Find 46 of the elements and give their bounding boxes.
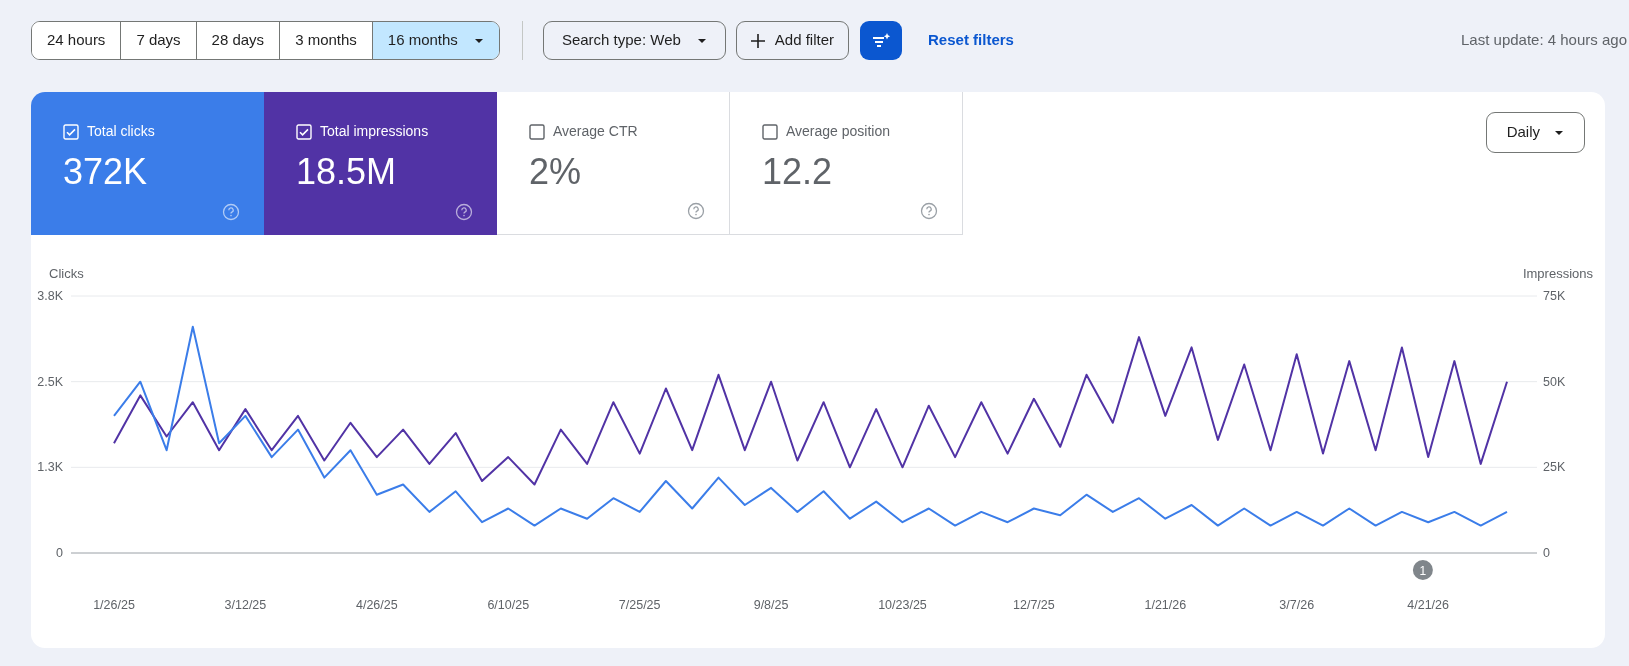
axis-title: Impressions (1522, 266, 1593, 281)
axis-label: 2.5K (37, 374, 63, 389)
metric-label: Total clicks (87, 122, 155, 141)
axis-label: 3/7/26 (1279, 598, 1315, 612)
add-filter-button[interactable]: Add filter (735, 21, 850, 60)
axis-label: 3.8K (37, 289, 63, 303)
metric-value: 12.2 (762, 152, 834, 192)
axis-label: 12/7/25 (1013, 598, 1055, 612)
axis-label: 1.3K (37, 460, 63, 475)
axis-label: 1/26/25 (93, 598, 135, 612)
annotation-marker[interactable]: 1 (1412, 560, 1433, 580)
date-range-tab[interactable]: 16 months (371, 22, 499, 59)
axis-title: Clicks (49, 266, 84, 281)
metric-tile[interactable]: Average CTR 2% (497, 92, 730, 235)
help-icon[interactable] (920, 202, 938, 220)
help-icon[interactable] (687, 202, 705, 220)
last-update-text: Last update: 4 hours ago (1461, 30, 1628, 51)
axis-label: 3/12/25 (224, 598, 267, 612)
axis-label: 75K (1543, 289, 1566, 303)
axis-label: 25K (1543, 460, 1566, 475)
axis-label: 6/10/25 (487, 598, 530, 612)
granularity-dropdown[interactable]: Daily (1485, 112, 1585, 153)
search-type-dropdown[interactable]: Search type: Web (542, 21, 726, 60)
metric-label: Average position (786, 122, 891, 141)
axis-label: 4/26/25 (355, 598, 398, 612)
metric-value: 18.5M (296, 152, 398, 192)
axis-label: 1/21/26 (1144, 598, 1187, 612)
axis-label: 9/8/25 (753, 598, 789, 612)
metric-tile[interactable]: Average position 12.2 (730, 92, 963, 235)
axis-label: 0 (56, 546, 63, 560)
checkbox[interactable] (762, 123, 778, 140)
axis-label: 0 (1543, 546, 1550, 560)
checkbox[interactable] (529, 123, 545, 140)
metric-label: Average CTR (553, 122, 638, 141)
filter-settings-button[interactable] (860, 21, 903, 60)
metric-label: Total impressions (320, 122, 429, 141)
metric-value: 2% (529, 152, 583, 192)
caret-icon (1554, 129, 1564, 136)
axis-label: 10/23/25 (878, 598, 927, 612)
plus-icon (750, 33, 765, 48)
axis-label: 4/21/26 (1407, 598, 1449, 612)
axis-label: 50K (1543, 374, 1566, 389)
axis-label: 7/25/25 (618, 598, 661, 612)
reset-filters-link[interactable]: Reset filters (928, 29, 1014, 52)
caret-icon (696, 37, 707, 44)
metric-value: 372K (63, 152, 149, 192)
